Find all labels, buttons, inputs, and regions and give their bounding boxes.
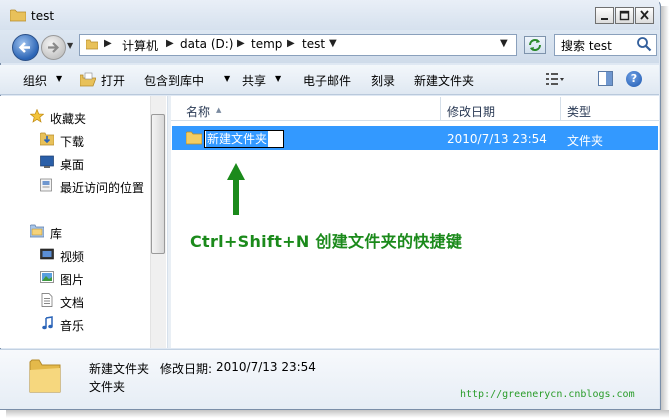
- title-bar[interactable]: [0, 0, 659, 30]
- rename-input[interactable]: 新建文件夹: [204, 130, 284, 148]
- address-history-dropdown-icon[interactable]: ▼: [500, 38, 508, 49]
- chevron-down-icon[interactable]: ▼: [275, 74, 281, 83]
- forward-button[interactable]: [41, 35, 66, 60]
- open-button[interactable]: 打开: [101, 72, 125, 89]
- include-in-library-button[interactable]: 包含到库中: [144, 72, 204, 89]
- column-header-name[interactable]: 名称: [186, 103, 210, 120]
- rename-selected-text: 新建文件夹: [206, 131, 269, 147]
- column-divider[interactable]: [440, 97, 441, 120]
- file-modified-date: 2010/7/13 23:54: [447, 132, 547, 146]
- folder-icon: [10, 9, 26, 22]
- details-date-label: 修改日期:: [160, 362, 213, 376]
- breadcrumb-separator[interactable]: ▶: [237, 38, 245, 49]
- chevron-down-icon[interactable]: ▼: [56, 74, 62, 83]
- details-type: 文件夹: [89, 380, 126, 394]
- change-view-icon[interactable]: [546, 72, 564, 86]
- burn-button[interactable]: 刻录: [371, 72, 395, 89]
- folder-large-icon: [29, 359, 61, 393]
- breadcrumb-temp[interactable]: temp: [251, 37, 282, 51]
- chevron-down-icon[interactable]: ▼: [224, 74, 230, 83]
- documents-icon: [41, 293, 53, 307]
- search-icon[interactable]: [636, 36, 652, 52]
- sort-ascending-icon: ▲: [216, 106, 222, 114]
- search-placeholder: 搜索 test: [561, 39, 612, 53]
- nav-item-videos[interactable]: 视频: [60, 248, 84, 265]
- breadcrumb-separator[interactable]: ▶: [287, 38, 295, 49]
- videos-icon: [40, 248, 54, 260]
- star-icon: [30, 109, 44, 123]
- breadcrumb-separator[interactable]: ▶: [104, 38, 112, 49]
- breadcrumb-drive[interactable]: data (D:): [180, 37, 234, 51]
- arrow-up-icon: [227, 163, 245, 215]
- recent-pages-dropdown-icon[interactable]: ▼: [67, 41, 73, 50]
- back-button[interactable]: [12, 34, 39, 61]
- recent-places-icon: [40, 178, 52, 192]
- library-icon: [30, 224, 44, 238]
- file-type: 文件夹: [567, 134, 604, 148]
- nav-item-music[interactable]: 音乐: [60, 317, 84, 334]
- window-title: test: [31, 9, 55, 23]
- window-shadow-bottom: [6, 410, 669, 418]
- breadcrumb-computer[interactable]: 计算机: [122, 37, 158, 54]
- new-folder-button[interactable]: 新建文件夹: [414, 72, 474, 89]
- preview-pane-icon[interactable]: [598, 71, 613, 86]
- nav-item-recent-places[interactable]: 最近访问的位置: [60, 179, 144, 196]
- music-icon: [42, 316, 53, 330]
- desktop-icon: [40, 155, 54, 168]
- folder-icon: [86, 39, 98, 50]
- refresh-button[interactable]: [524, 36, 546, 54]
- shortcut-annotation: Ctrl+Shift+N 创建文件夹的快捷键: [190, 232, 463, 251]
- nav-libraries[interactable]: 库: [50, 225, 62, 242]
- email-button[interactable]: 电子邮件: [303, 72, 351, 89]
- nav-item-documents[interactable]: 文档: [60, 294, 84, 311]
- nav-item-pictures[interactable]: 图片: [60, 271, 84, 288]
- pictures-icon: [40, 271, 54, 283]
- nav-scrollbar-thumb[interactable]: [151, 114, 165, 254]
- maximize-button[interactable]: [615, 7, 634, 24]
- breadcrumb-separator[interactable]: ▼: [329, 38, 337, 49]
- open-icon: [80, 72, 96, 87]
- nav-item-desktop[interactable]: 桌面: [60, 156, 84, 173]
- breadcrumb-separator[interactable]: ▶: [166, 38, 174, 49]
- nav-favorites[interactable]: 收藏夹: [50, 110, 86, 127]
- details-date-value: 2010/7/13 23:54: [216, 360, 316, 374]
- share-button[interactable]: 共享: [242, 72, 266, 89]
- downloads-icon: [40, 132, 54, 146]
- column-header-date[interactable]: 修改日期: [447, 103, 495, 120]
- close-button[interactable]: [635, 7, 654, 24]
- details-name: 新建文件夹: [89, 362, 150, 376]
- help-icon[interactable]: ?: [626, 71, 642, 87]
- window-shadow-right: [661, 6, 669, 410]
- column-divider[interactable]: [560, 97, 561, 120]
- breadcrumb-test[interactable]: test: [302, 37, 325, 51]
- organize-button[interactable]: 组织: [23, 72, 47, 89]
- minimize-button[interactable]: [595, 7, 614, 24]
- column-header-type[interactable]: 类型: [567, 103, 591, 120]
- watermark-url: http://greenerycn.cnblogs.com: [460, 389, 635, 400]
- nav-item-downloads[interactable]: 下载: [60, 133, 84, 150]
- folder-icon: [186, 131, 202, 145]
